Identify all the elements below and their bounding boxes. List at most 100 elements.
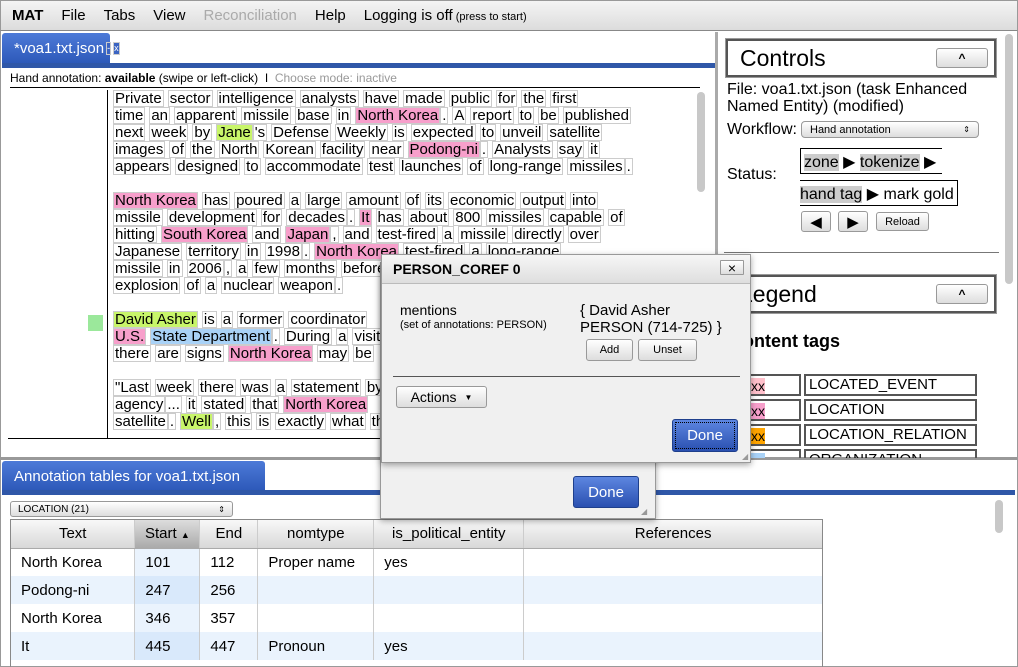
token[interactable]: next (113, 124, 146, 141)
table-row[interactable]: North Korea 101 112 Proper name yes (11, 548, 822, 576)
workflow-select[interactable]: Hand annotation ⇕ (801, 121, 979, 138)
token[interactable]: of (467, 158, 484, 175)
token[interactable]: of (184, 277, 201, 294)
token[interactable]: test (366, 158, 396, 175)
menu-help[interactable]: Help (315, 7, 346, 24)
token[interactable]: missile (113, 260, 163, 277)
step-back-button[interactable]: ◀ (801, 211, 831, 232)
token[interactable]: and (342, 226, 372, 243)
token[interactable]: facility (319, 141, 366, 158)
annotation-person[interactable]: Well (180, 413, 213, 430)
token[interactable]: appears (113, 158, 172, 175)
token[interactable]: a (236, 260, 249, 277)
token[interactable]: it (588, 141, 600, 158)
token[interactable]: time (113, 107, 146, 124)
token[interactable]: of (169, 141, 186, 158)
reload-button[interactable]: Reload (876, 212, 929, 231)
done-button[interactable]: Done (672, 419, 738, 452)
table-row[interactable]: Podong-ni 247 256 (11, 576, 822, 604)
token[interactable]: nuclear (221, 277, 275, 294)
token[interactable]: stated (201, 396, 247, 413)
token[interactable]: the (521, 90, 547, 107)
logging-toggle[interactable]: Logging is off (press to start) (364, 7, 527, 24)
token[interactable]: Private (113, 90, 164, 107)
token[interactable]: visit (352, 328, 383, 345)
token[interactable]: satellite (113, 413, 168, 430)
token[interactable]: about (407, 209, 450, 226)
token[interactable]: 800 (453, 209, 483, 226)
controls-scrollbar[interactable] (1005, 34, 1013, 284)
token[interactable]: a (288, 192, 302, 209)
menu-file[interactable]: File (61, 7, 85, 24)
token[interactable]: . (346, 209, 356, 226)
collapse-legend-button[interactable]: ^ (936, 284, 988, 304)
annotation-location[interactable]: South Korea (161, 226, 249, 243)
collapse-controls-button[interactable]: ^ (936, 48, 988, 68)
token[interactable]: for (260, 209, 283, 226)
token[interactable]: published (562, 107, 631, 124)
token[interactable]: in (166, 260, 183, 277)
column-header-is-political-entity[interactable]: is_political_entity (373, 520, 525, 549)
token[interactable]: sector (167, 90, 213, 107)
token[interactable]: missile (458, 226, 509, 243)
token[interactable]: apparent (174, 107, 238, 124)
token[interactable]: coordinator (288, 311, 368, 328)
choose-mode-status[interactable]: Choose mode: inactive (275, 71, 397, 85)
menu-view[interactable]: View (153, 7, 185, 24)
token[interactable]: for (495, 90, 518, 107)
token[interactable]: development (166, 209, 257, 226)
token[interactable]: are (155, 345, 181, 362)
token[interactable]: missiles (486, 209, 544, 226)
legend-row[interactable]: xxxx LOCATION_RELATION (735, 424, 977, 446)
token[interactable]: accommodate (264, 158, 363, 175)
token[interactable]: exactly (275, 413, 326, 430)
token[interactable]: large (305, 192, 343, 209)
document-scrollbar[interactable] (697, 92, 705, 192)
legend-row[interactable]: xxxx LOCATION (735, 399, 977, 421)
token[interactable]: decades (286, 209, 347, 226)
token[interactable]: the (189, 141, 215, 158)
annotation-type-select[interactable]: LOCATION (21) ⇕ (10, 501, 233, 517)
token[interactable]: missile (241, 107, 292, 124)
token[interactable]: to (244, 158, 261, 175)
resize-grip-icon[interactable]: ◢ (742, 452, 748, 461)
annotation-location[interactable]: Japan (285, 226, 331, 243)
token[interactable]: analysts (299, 90, 359, 107)
token[interactable]: designed (175, 158, 241, 175)
token[interactable]: . (479, 141, 489, 158)
token[interactable]: capable (547, 209, 605, 226)
annotation-location[interactable]: North Korea (227, 345, 313, 362)
token[interactable]: long-range (487, 158, 564, 175)
token[interactable]: amount (346, 192, 401, 209)
annotation-location[interactable]: North Korea (355, 107, 441, 124)
token[interactable]: poured (234, 192, 285, 209)
token[interactable]: ... (165, 396, 182, 413)
table-row[interactable]: North Korea 346 357 (11, 604, 822, 632)
token[interactable]: statement (290, 379, 361, 396)
token[interactable]: its (425, 192, 445, 209)
annotation-person[interactable]: David Asher (113, 311, 198, 328)
token[interactable]: launches (399, 158, 464, 175)
token[interactable]: be (538, 107, 559, 124)
token[interactable]: output (520, 192, 566, 209)
legend-row[interactable]: xxxxORGANIZATION (735, 449, 977, 458)
close-tab-button[interactable]: x (113, 42, 120, 55)
token[interactable]: 2006 (186, 260, 224, 277)
annotation-organization[interactable]: State Department (150, 328, 272, 345)
token[interactable]: is (201, 311, 217, 328)
table-row[interactable]: It 445 447 Pronoun yes (11, 632, 822, 660)
token[interactable]: there (197, 379, 236, 396)
token[interactable]: months (283, 260, 337, 277)
token[interactable]: . (167, 413, 177, 430)
minimize-tab-button[interactable]: - (106, 42, 112, 55)
token[interactable]: intelligence (216, 90, 296, 107)
token[interactable]: Weekly (335, 124, 388, 141)
token[interactable]: there (113, 345, 152, 362)
token[interactable]: test-fired (375, 226, 438, 243)
token[interactable]: expected (410, 124, 476, 141)
token[interactable]: . (301, 243, 311, 260)
column-header-end[interactable]: End (199, 520, 259, 549)
token[interactable]: images (113, 141, 166, 158)
legend-row[interactable]: xxxx LOCATED_EVENT (735, 374, 977, 396)
annotation-location[interactable]: North Korea (283, 396, 369, 413)
